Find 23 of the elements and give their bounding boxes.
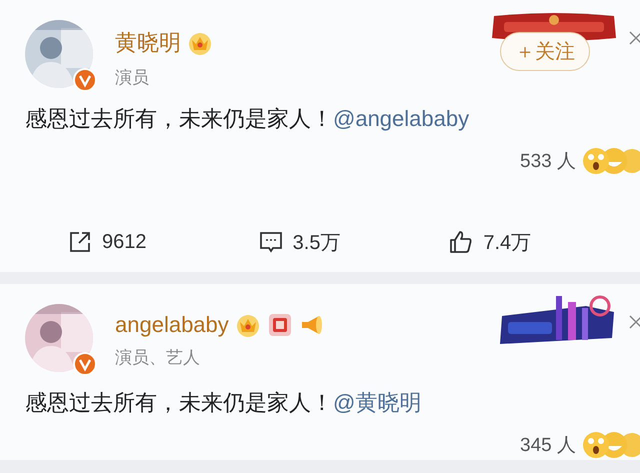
mention-link[interactable]: @angelababy bbox=[333, 106, 470, 131]
mention-link[interactable]: @黄晓明 bbox=[333, 390, 422, 415]
repost-button[interactable]: 9612 bbox=[68, 212, 146, 272]
crown-icon bbox=[234, 312, 261, 338]
thumbs-up-icon bbox=[449, 230, 474, 254]
emoji-reactions-icon[interactable] bbox=[582, 147, 640, 175]
share-icon bbox=[68, 230, 92, 254]
reaction-count[interactable]: 533 人 bbox=[520, 148, 576, 174]
comment-icon bbox=[258, 230, 283, 254]
user-name[interactable]: 黄晓明 bbox=[115, 28, 181, 58]
close-icon[interactable] bbox=[628, 314, 640, 330]
crown-icon bbox=[187, 30, 213, 56]
user-title: 演员、艺人 bbox=[115, 347, 201, 369]
post-text: 感恩过去所有，未来仍是家人！@黄晓明 bbox=[25, 389, 422, 417]
emoji-reactions-icon[interactable] bbox=[582, 431, 640, 459]
comment-button[interactable]: 3.5万 bbox=[258, 212, 340, 272]
like-button[interactable]: 7.4万 bbox=[449, 212, 532, 272]
close-icon[interactable] bbox=[628, 30, 640, 46]
user-title: 演员 bbox=[115, 67, 150, 89]
post-text: 感恩过去所有，未来仍是家人！@angelababy bbox=[25, 105, 470, 133]
user-name[interactable]: angelababy bbox=[115, 312, 229, 338]
badge-icon bbox=[266, 312, 293, 338]
reaction-count[interactable]: 345 人 bbox=[520, 432, 576, 458]
